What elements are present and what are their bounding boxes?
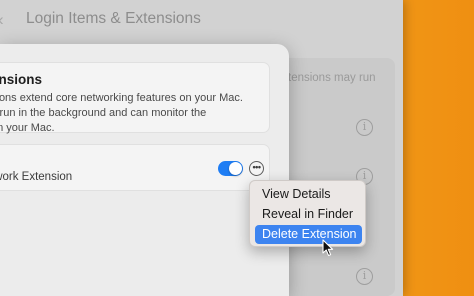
sheet-title: ensions (0, 72, 43, 87)
extension-label: twork Extension (0, 171, 73, 183)
context-menu: View Details Reveal in Finder Delete Ext… (249, 180, 366, 247)
menu-item-reveal-in-finder[interactable]: Reveal in Finder (255, 205, 362, 224)
network-extensions-sheet: ensions sions extend core networking fea… (0, 44, 289, 296)
window-header: ‹ Login Items & Extensions (0, 0, 403, 42)
menu-item-delete-extension[interactable]: Delete Extension (255, 225, 362, 244)
menu-item-view-details[interactable]: View Details (255, 185, 362, 204)
description-line: sions extend core networking features on… (0, 92, 243, 104)
description-line: s run in the background and can monitor … (0, 107, 207, 119)
info-icon[interactable]: i (356, 268, 373, 285)
more-options-button[interactable]: ••• (249, 161, 264, 176)
chevron-left-icon[interactable]: ‹ (0, 11, 12, 29)
extension-toggle[interactable] (218, 161, 243, 176)
info-card: ensions sions extend core networking fea… (0, 62, 271, 136)
extension-row: twork Extension ••• (0, 144, 270, 191)
description-line: on your Mac. (0, 122, 55, 134)
window-title: Login Items & Extensions (26, 10, 201, 27)
mouse-pointer-icon (322, 239, 334, 257)
background-panel-text: tensions may run (288, 72, 376, 84)
sheet-description: sions extend core networking features on… (0, 91, 271, 136)
toggle-knob (229, 162, 242, 175)
info-icon[interactable]: i (356, 119, 373, 136)
